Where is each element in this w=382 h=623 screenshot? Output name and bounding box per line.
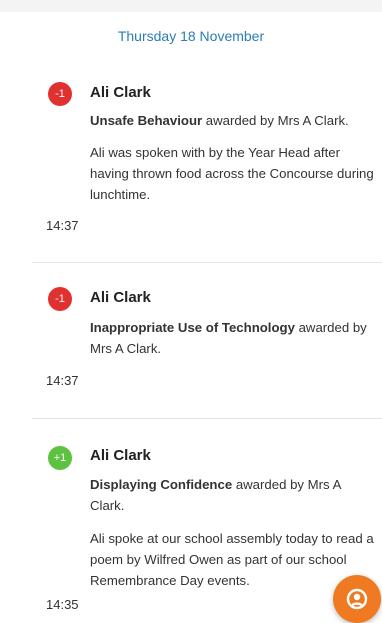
profile-fab-button[interactable]: [333, 575, 381, 623]
award-line: Displaying Confidence awarded by Mrs A: [90, 474, 382, 495]
award-line: Unsafe Behaviour awarded by Mrs A Clark.: [90, 110, 382, 131]
divider: [32, 262, 382, 263]
entry-time: 14:35: [46, 597, 79, 612]
date-header: Thursday 18 November: [117, 28, 265, 44]
student-name[interactable]: Ali Clark: [90, 84, 151, 101]
entry-time: 14:37: [46, 373, 79, 388]
negative-point-badge: -1: [48, 287, 72, 311]
note-line: having thrown food across the Concourse …: [90, 166, 374, 181]
negative-point-badge: -1: [48, 82, 72, 106]
award-text: awarded by: [294, 320, 367, 335]
student-name[interactable]: Ali Clark: [90, 447, 151, 464]
top-bar: [0, 0, 382, 12]
behaviour-title: Inappropriate Use of Technology: [90, 320, 295, 335]
award-text: awarded by Mrs A Clark.: [202, 113, 349, 128]
award-text: awarded by Mrs A: [232, 477, 342, 492]
divider: [32, 418, 382, 419]
behaviour-title: Unsafe Behaviour: [90, 113, 203, 128]
award-line-continued: Clark.: [90, 498, 125, 513]
award-line-continued: Mrs A Clark.: [90, 341, 162, 356]
note-line: Ali spoke at our school assembly today t…: [90, 531, 374, 546]
note-line: Ali was spoken with by the Year Head aft…: [90, 145, 340, 160]
behaviour-title: Displaying Confidence: [90, 477, 233, 492]
note-line: lunchtime.: [90, 187, 151, 202]
entry-time: 14:37: [46, 218, 79, 233]
user-icon: [346, 588, 368, 610]
student-name[interactable]: Ali Clark: [90, 289, 151, 306]
award-line: Inappropriate Use of Technology awarded …: [90, 317, 382, 338]
note-line: poem by Wilfred Owen as part of our scho…: [90, 552, 347, 567]
positive-point-badge: +1: [48, 446, 72, 470]
